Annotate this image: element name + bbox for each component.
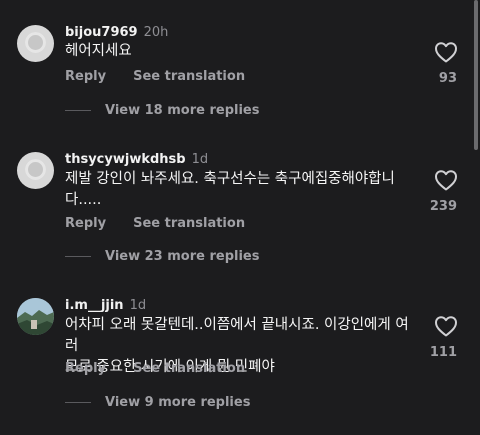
comment-actions: Reply See translation — [65, 361, 245, 376]
timestamp: 1d — [191, 152, 209, 167]
avatar[interactable] — [17, 25, 54, 62]
view-replies-label: View 9 more replies — [105, 395, 251, 410]
view-replies-label: View 23 more replies — [105, 249, 260, 264]
view-replies-label: View 18 more replies — [105, 103, 260, 118]
replies-divider — [65, 256, 91, 257]
username[interactable]: i.m__jjin — [65, 298, 124, 313]
avatar[interactable] — [17, 298, 54, 335]
reply-button[interactable]: Reply — [65, 216, 106, 231]
avatar-image — [17, 298, 54, 335]
comment-actions: Reply See translation — [65, 216, 245, 231]
reply-button[interactable]: Reply — [65, 69, 106, 84]
reply-button[interactable]: Reply — [65, 361, 106, 376]
see-translation-button[interactable]: See translation — [133, 216, 245, 231]
replies-divider — [65, 402, 91, 403]
view-replies-button[interactable]: View 23 more replies — [65, 249, 260, 264]
heart-icon[interactable] — [434, 315, 458, 337]
timestamp: 1d — [129, 298, 147, 313]
comment-text: 제발 강인이 놔주세요. 축구선수는 축구에집중해야합니 다..... — [65, 171, 395, 208]
replies-divider — [65, 110, 91, 111]
comment-actions: Reply See translation — [65, 69, 245, 84]
username[interactable]: thsycywjwkdhsb — [65, 152, 186, 167]
comment-text: 헤어지세요 — [65, 43, 132, 59]
view-replies-button[interactable]: View 18 more replies — [65, 103, 260, 118]
like-count: 239 — [429, 199, 457, 214]
like-count: 111 — [429, 345, 457, 360]
view-replies-button[interactable]: View 9 more replies — [65, 395, 250, 410]
like-count: 93 — [438, 71, 457, 86]
scrollbar[interactable] — [474, 0, 478, 150]
see-translation-button[interactable]: See translation — [133, 361, 245, 376]
comment-meta: i.m__jjin 1d — [65, 298, 146, 313]
comment-meta: thsycywjwkdhsb 1d — [65, 152, 208, 167]
timestamp: 20h — [143, 25, 169, 40]
see-translation-button[interactable]: See translation — [133, 69, 245, 84]
heart-icon[interactable] — [434, 41, 458, 63]
comment-meta: bijou7969 20h — [65, 25, 168, 40]
heart-icon[interactable] — [434, 169, 458, 191]
username[interactable]: bijou7969 — [65, 25, 138, 40]
avatar[interactable] — [17, 152, 54, 189]
